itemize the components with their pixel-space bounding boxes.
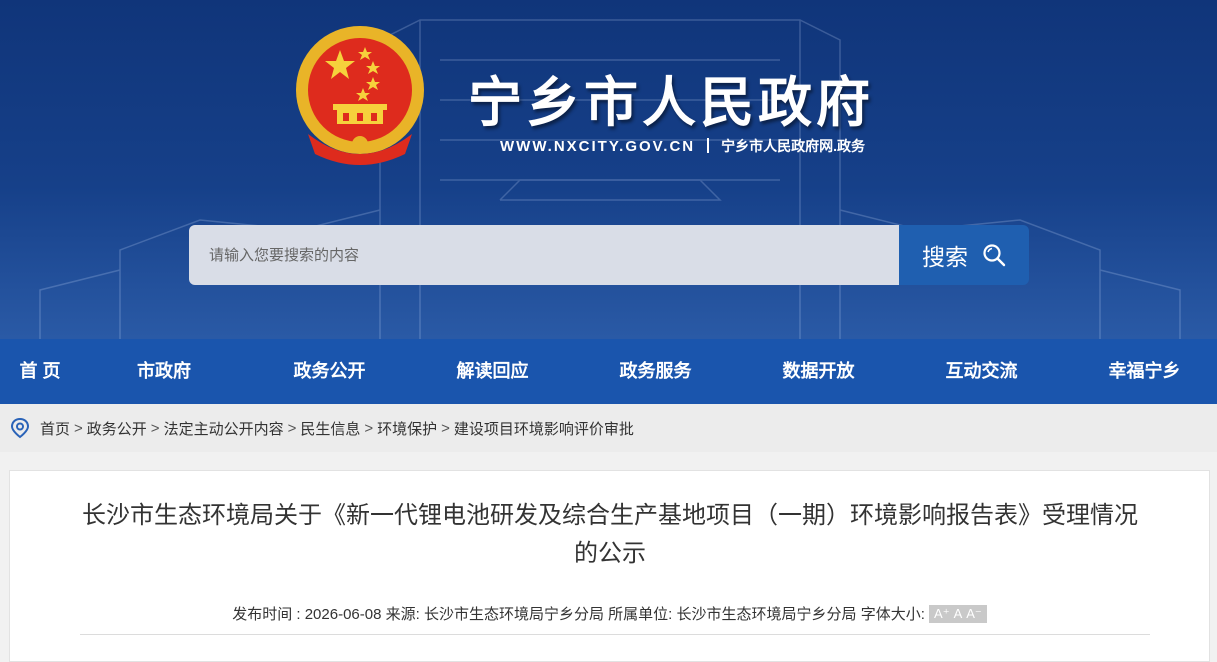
nav-item-interaction[interactable]: 互动交流: [900, 339, 1063, 404]
breadcrumb-livelihood[interactable]: 民生信息: [300, 418, 360, 439]
site-subtitle: 宁乡市人民政府网.政务: [721, 138, 866, 154]
breadcrumb-separator: >: [287, 419, 297, 437]
font-size-default-button[interactable]: A: [954, 606, 963, 621]
font-size-label: 字体大小:: [860, 606, 925, 623]
site-subline: WWW.NXCITY.GOV.CN 宁乡市人民政府网.政务: [500, 136, 865, 156]
nav-item-open-data[interactable]: 数据开放: [737, 339, 900, 404]
search-button-label: 搜索: [922, 244, 968, 270]
city-skyline-illustration: [39, 19, 1181, 339]
unit-value: 长沙市生态环境局宁乡分局: [676, 606, 857, 623]
article-title: 长沙市生态环境局关于《新一代锂电池研发及综合生产基地项目（一期）环境影响报告表》…: [82, 502, 1138, 567]
nav-item-government-affairs[interactable]: 政务公开: [248, 339, 411, 404]
breadcrumb: 首页 > 政务公开 > 法定主动公开内容 > 民生信息 > 环境保护 > 建设项目环境影响…: [0, 404, 1217, 452]
publish-date: 2026-06-08: [304, 606, 382, 623]
breadcrumb-separator: >: [150, 419, 160, 437]
source-value: 长沙市生态环境局宁乡分局: [423, 606, 604, 623]
breadcrumb-home[interactable]: 首页: [40, 418, 70, 439]
divider: [707, 138, 710, 153]
search-icon: [983, 244, 1006, 267]
location-pin-icon: [10, 417, 30, 439]
nav-item-happy-ningxiang[interactable]: 幸福宁乡: [1063, 339, 1217, 404]
breadcrumb-statutory-content[interactable]: 法定主动公开内容: [164, 418, 284, 439]
nav-item-city-government[interactable]: 市政府: [80, 339, 248, 404]
nav-item-interpretation[interactable]: 解读回应: [411, 339, 574, 404]
search-bar: 搜索: [189, 225, 1029, 285]
breadcrumb-separator: >: [364, 419, 374, 437]
publish-label: 发布时间 :: [232, 606, 301, 623]
nav-item-home[interactable]: 首 页: [0, 339, 80, 404]
site-header: 宁乡市人民政府 WWW.NXCITY.GOV.CN 宁乡市人民政府网.政务 搜索: [0, 0, 1217, 339]
font-size-controls: A⁺ A A⁻: [929, 605, 987, 623]
breadcrumb-government-affairs[interactable]: 政务公开: [87, 418, 147, 439]
national-emblem-icon: [296, 26, 424, 165]
article-meta: 发布时间 : 2026-06-08 来源: 长沙市生态环境局宁乡分局 所属单位:…: [10, 603, 1209, 624]
breadcrumb-environment[interactable]: 环境保护: [377, 418, 437, 439]
article-card: 长沙市生态环境局关于《新一代锂电池研发及综合生产基地项目（一期）环境影响报告表》…: [9, 470, 1210, 662]
site-url: WWW.NXCITY.GOV.CN: [500, 138, 696, 155]
source-label: 来源:: [385, 606, 420, 623]
breadcrumb-separator: >: [74, 419, 83, 437]
nav-item-services[interactable]: 政务服务: [574, 339, 737, 404]
font-size-decrease-button[interactable]: A⁻: [966, 606, 982, 621]
divider: [80, 634, 1150, 635]
site-title: 宁乡市人民政府: [468, 71, 874, 134]
breadcrumb-separator: >: [441, 419, 450, 437]
breadcrumb-eia-approval[interactable]: 建设项目环境影响评价审批: [454, 418, 634, 439]
main-nav: 首 页 市政府 政务公开 解读回应 政务服务 数据开放 互动交流 幸福宁乡: [0, 339, 1217, 404]
search-input[interactable]: [189, 225, 899, 285]
search-button[interactable]: 搜索: [899, 225, 1029, 285]
font-size-increase-button[interactable]: A⁺: [934, 606, 950, 621]
unit-label: 所属单位:: [608, 606, 673, 623]
